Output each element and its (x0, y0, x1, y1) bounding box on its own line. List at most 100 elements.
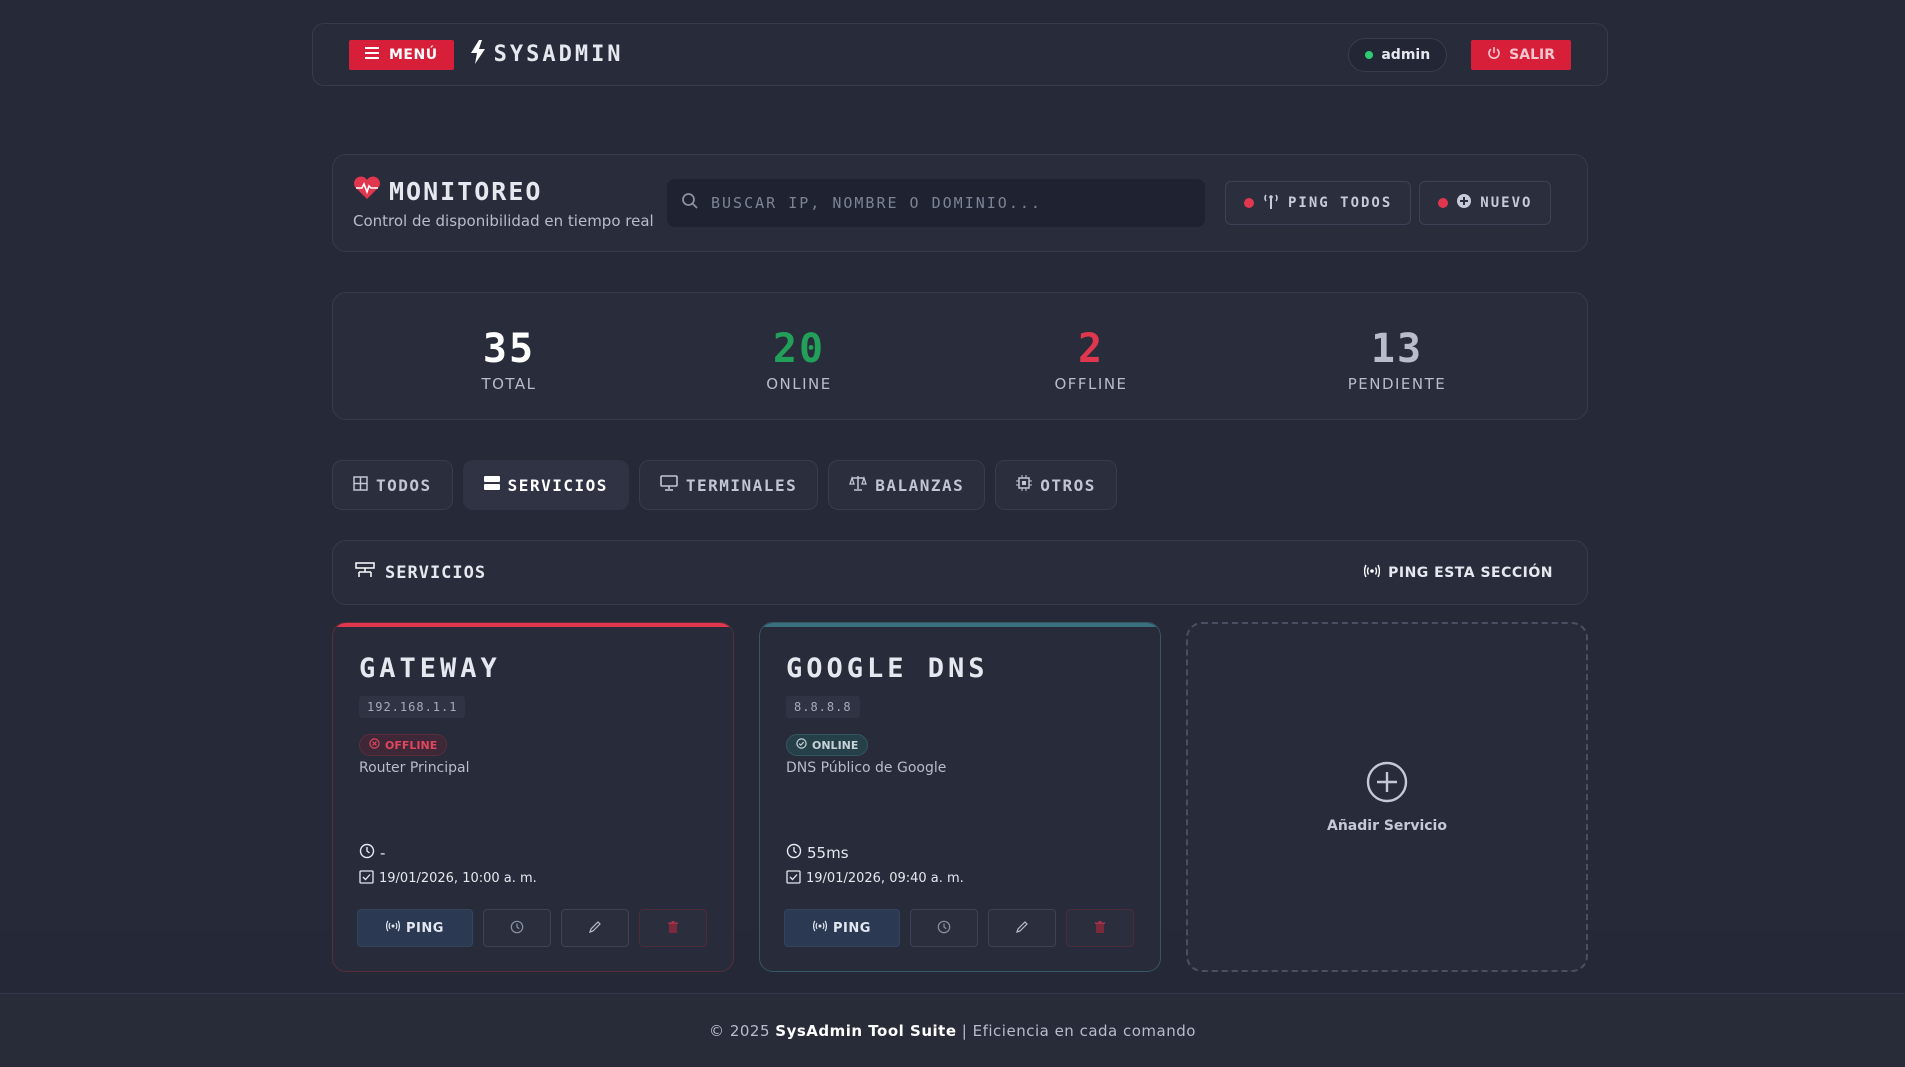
footer-brand: SysAdmin Tool Suite (775, 1021, 957, 1040)
stat-label: ONLINE (766, 375, 832, 393)
brand-name: SYSADMIN (493, 42, 624, 67)
trash-icon (667, 919, 679, 938)
hamburger-icon (365, 46, 379, 63)
pencil-icon (588, 919, 602, 938)
plus-circle-icon (1365, 760, 1409, 808)
service-card-gateway: GATEWAY 192.168.1.1 OFFLINE Router Princ… (332, 622, 734, 972)
delete-button[interactable] (1066, 909, 1134, 947)
calendar-check-icon (359, 869, 374, 888)
service-name: GATEWAY (359, 653, 501, 684)
ping-button[interactable]: PING (357, 909, 473, 947)
broadcast-icon (813, 920, 828, 936)
tab-servicios[interactable]: SERVICIOS (462, 460, 629, 510)
stat-label: OFFLINE (1054, 375, 1128, 393)
menu-button[interactable]: MENÚ (349, 39, 454, 70)
ping-all-label: PING TODOS (1288, 195, 1393, 211)
service-description: Router Principal (359, 760, 470, 776)
clock-icon (937, 919, 951, 938)
tab-label: OTROS (1040, 475, 1096, 495)
edit-button[interactable] (988, 909, 1056, 947)
last-check-date: 19/01/2026, 10:00 a. m. (379, 871, 537, 886)
new-button[interactable]: NUEVO (1419, 181, 1552, 225)
service-card-google-dns: GOOGLE DNS 8.8.8.8 ONLINE DNS Público de… (759, 622, 1161, 972)
calendar-check-icon (786, 869, 801, 888)
clock-icon (510, 919, 524, 938)
history-button[interactable] (910, 909, 978, 947)
x-circle-icon (369, 738, 380, 752)
search-icon (681, 192, 699, 214)
edit-button[interactable] (561, 909, 629, 947)
search-input[interactable] (711, 194, 1191, 212)
status-text: OFFLINE (385, 738, 438, 752)
stat-online: 20 ONLINE (766, 327, 832, 393)
trash-icon (1094, 919, 1106, 938)
page-title: MONITOREO (389, 176, 543, 206)
tab-label: SERVICIOS (507, 475, 608, 495)
ping-all-button[interactable]: PING TODOS (1225, 181, 1412, 225)
broadcast-icon (386, 920, 401, 936)
status-text: ONLINE (812, 738, 859, 752)
stat-value: 13 (1370, 326, 1424, 372)
tab-label: TODOS (376, 475, 432, 495)
ping-label: PING (833, 920, 871, 936)
latency-value: 55ms (807, 844, 849, 862)
service-description: DNS Público de Google (786, 760, 947, 776)
delete-button[interactable] (639, 909, 707, 947)
monitor-header: MONITOREO Control de disponibilidad en t… (332, 154, 1588, 252)
red-indicator-icon (1438, 198, 1449, 208)
new-label: NUEVO (1480, 195, 1533, 211)
ping-section-label: PING ESTA SECCIÓN (1388, 564, 1553, 581)
stat-value: 20 (772, 326, 826, 372)
logout-label: SALIR (1509, 46, 1555, 63)
username: admin (1381, 46, 1431, 63)
clock-icon (359, 843, 375, 863)
power-icon (1487, 46, 1501, 64)
lightning-icon (470, 39, 486, 70)
brand-logo: SYSADMIN (470, 39, 624, 70)
ping-button[interactable]: PING (784, 909, 900, 947)
ping-section-button[interactable]: PING ESTA SECCIÓN (1363, 564, 1553, 582)
user-badge[interactable]: admin (1348, 37, 1448, 72)
grid-icon (353, 475, 368, 495)
tab-label: TERMINALES (685, 475, 798, 495)
red-indicator-icon (1244, 198, 1254, 208)
menu-button-label: MENÚ (389, 46, 438, 63)
status-badge: ONLINE (786, 734, 869, 756)
tab-terminales[interactable]: TERMINALES (638, 460, 819, 510)
logout-button[interactable]: SALIR (1471, 39, 1571, 70)
server-icon (483, 475, 500, 495)
tab-label: BALANZAS (875, 475, 965, 495)
stat-value: 2 (1077, 326, 1105, 372)
section-title: SERVICIOS (385, 562, 487, 583)
tab-balanzas[interactable]: BALANZAS (828, 460, 986, 510)
clock-icon (786, 843, 802, 863)
page-subtitle: Control de disponibilidad en tiempo real (353, 212, 654, 230)
stat-pending: 13 PENDIENTE (1348, 327, 1447, 393)
top-navbar: MENÚ SYSADMIN admin SALIR (312, 23, 1608, 86)
last-check-date: 19/01/2026, 09:40 a. m. (806, 871, 964, 886)
copyright: © 2025 (709, 1021, 770, 1040)
search-box (667, 179, 1205, 227)
network-icon (355, 562, 375, 583)
plus-circle-icon (1456, 193, 1472, 213)
chip-icon (1016, 475, 1033, 495)
ping-label: PING (406, 920, 444, 936)
tab-todos[interactable]: TODOS (332, 460, 453, 510)
history-button[interactable] (483, 909, 551, 947)
tab-otros[interactable]: OTROS (995, 460, 1117, 510)
heartbeat-icon (353, 176, 381, 206)
stat-value: 35 (482, 326, 536, 372)
stat-label: TOTAL (481, 375, 537, 393)
status-badge: OFFLINE (359, 734, 448, 756)
stat-label: PENDIENTE (1347, 375, 1447, 393)
footer-tagline: Eficiencia en cada comando (972, 1021, 1196, 1040)
stat-offline: 2 OFFLINE (1054, 327, 1127, 393)
service-ip: 8.8.8.8 (786, 696, 860, 718)
broadcast-icon (1363, 564, 1381, 582)
monitor-icon (660, 475, 678, 495)
stats-panel: 35 TOTAL 20 ONLINE 2 OFFLINE 13 PENDIENT… (332, 292, 1588, 420)
latency-value: - (380, 844, 386, 862)
footer-separator: | (961, 1021, 968, 1040)
pencil-icon (1015, 919, 1029, 938)
add-service-card[interactable]: Añadir Servicio (1186, 622, 1588, 972)
